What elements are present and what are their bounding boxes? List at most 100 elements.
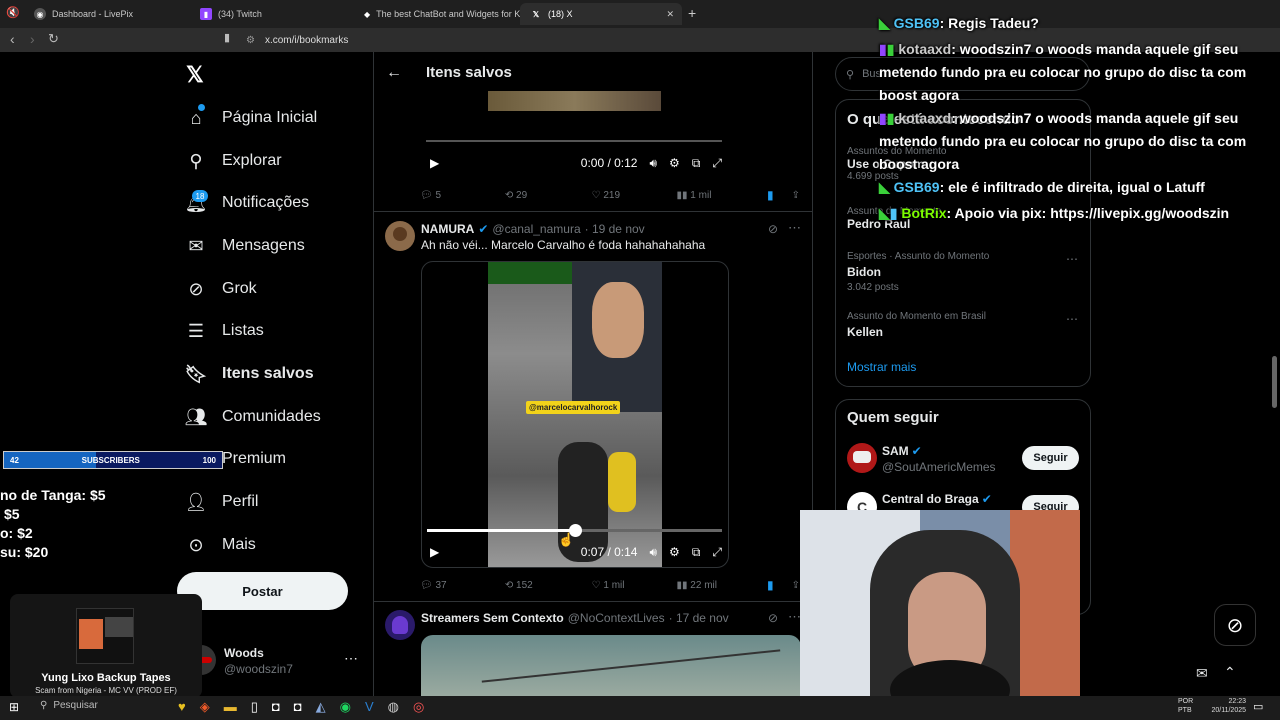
obs-icon[interactable]: ◎ xyxy=(413,699,424,715)
like-button[interactable]: ♡ 1 mil xyxy=(592,580,671,591)
bookmark-active-icon[interactable]: ▮ xyxy=(767,578,774,592)
play-icon[interactable]: ▶ xyxy=(430,545,439,559)
pip-icon[interactable]: ⧉ xyxy=(692,156,701,171)
bookmark-active-icon[interactable]: ▮ xyxy=(767,188,774,202)
trend-item[interactable]: Esportes · Assunto do Momento Bidon 3.04… xyxy=(847,251,989,293)
tweet2-video[interactable]: @marcelocarvalhorock xyxy=(421,261,729,568)
notification-center-icon[interactable]: ▭ xyxy=(1253,700,1263,713)
post-button[interactable]: Postar xyxy=(177,572,348,610)
follow-button[interactable]: Seguir xyxy=(1022,446,1079,470)
reply-button[interactable]: 💬︎ 37 xyxy=(420,580,499,591)
like-button[interactable]: ♡ 219 xyxy=(592,190,671,201)
album-art xyxy=(76,608,134,664)
verified-icon: ✔ xyxy=(478,222,489,236)
tweet-more-icon[interactable]: ⋯ xyxy=(788,220,801,236)
windows-start-icon[interactable]: ⊞ xyxy=(9,700,19,714)
trend-item[interactable]: Assunto do Momento em Brasil Kellen xyxy=(847,311,986,339)
show-more-link[interactable]: Mostrar mais xyxy=(847,360,916,374)
share-icon[interactable]: ⇪ xyxy=(792,190,800,201)
volume-icon[interactable]: 🔊︎ xyxy=(649,156,657,171)
file-icon[interactable]: ▯ xyxy=(251,699,258,715)
taskbar-apps: ♥ ◈ ▬ ▯ ◘ ◘ ◭ ◉ V ◍ ◎ xyxy=(178,699,424,715)
v-app-icon[interactable]: V xyxy=(365,699,374,715)
app-icon[interactable]: ◭ xyxy=(316,699,326,715)
tab-livepix[interactable]: ◉ Dashboard - LivePix xyxy=(24,3,190,25)
chat-text: : Regis Tadeu? xyxy=(939,15,1039,31)
nav-communities[interactable]: 👥︎ Comunidades xyxy=(185,399,321,435)
language-indicator[interactable]: POR PTB xyxy=(1178,697,1193,715)
grok-explain-icon[interactable]: ⊘ xyxy=(768,222,778,236)
follow-suggestion[interactable]: SAM ✔ @SoutAmericMemes xyxy=(882,444,996,474)
grok-float-icon[interactable]: ⊘ xyxy=(1214,604,1256,646)
pip-icon[interactable]: ⧉ xyxy=(692,545,701,560)
views-stat[interactable]: ▮▮ 22 mil xyxy=(677,580,762,591)
forward-icon[interactable]: › xyxy=(30,31,35,47)
follow-avatar[interactable] xyxy=(847,443,877,473)
trend-more-icon[interactable]: ⋯ xyxy=(1066,252,1078,266)
divider xyxy=(374,601,812,602)
retweet-button[interactable]: ⟲ 29 xyxy=(505,190,586,201)
bookmark-page-icon[interactable]: ▮ xyxy=(224,31,230,44)
account-menu-icon[interactable]: ⋯ xyxy=(344,650,358,667)
play-icon[interactable]: ▶ xyxy=(430,156,439,170)
url-field[interactable]: ⚙ x.com/i/bookmarks xyxy=(246,31,846,49)
fullscreen-icon[interactable]: ⤢ xyxy=(712,156,722,171)
tab-x[interactable]: 𝕏 (18) X ✕ xyxy=(520,3,682,25)
follow-suggestion[interactable]: Central do Braga ✔ xyxy=(882,492,992,506)
tweet2-progress-track[interactable] xyxy=(427,524,722,537)
tweet2-avatar[interactable] xyxy=(385,221,415,251)
tweet2-name[interactable]: NAMURA xyxy=(421,222,474,236)
tweet3-name[interactable]: Streamers Sem Contexto xyxy=(421,611,564,625)
now-playing-widget: Yung Lixo Backup Tapes Scam from Nigeria… xyxy=(10,594,202,698)
back-arrow-icon[interactable]: ← xyxy=(386,64,402,82)
tweet2-header: NAMURA ✔ @canal_namura · 19 de nov xyxy=(421,222,645,236)
share-icon[interactable]: ⇪ xyxy=(792,580,800,591)
app-icon[interactable]: ◍ xyxy=(388,699,399,715)
tweet1-video-frame[interactable] xyxy=(488,91,661,111)
nav-messages[interactable]: ✉ Mensagens xyxy=(186,228,304,264)
nav-more[interactable]: ⊙ Mais xyxy=(186,527,255,563)
widget-icon[interactable]: ♥ xyxy=(178,699,186,715)
nav-grok[interactable]: ⊘ Grok xyxy=(186,271,256,307)
volume-icon[interactable]: 🔊︎ xyxy=(649,545,657,560)
tweet3-handle[interactable]: @NoContextLives xyxy=(568,611,665,625)
tweet3-avatar[interactable] xyxy=(385,610,415,640)
retweet-button[interactable]: ⟲ 152 xyxy=(505,580,586,591)
expand-messages-icon[interactable]: ⌃ xyxy=(1224,664,1236,681)
tweet3-media[interactable] xyxy=(421,635,801,696)
app-icon[interactable]: ◘ xyxy=(294,699,302,715)
x-logo-icon[interactable]: 𝕏 xyxy=(186,62,204,88)
grok-explain-icon[interactable]: ⊘ xyxy=(768,611,778,625)
trend-more-icon[interactable]: ⋯ xyxy=(1066,312,1078,326)
nav-home[interactable]: ⌂ Página Inicial xyxy=(186,100,318,136)
clock[interactable]: 22:23 20/11/2025 xyxy=(1204,697,1246,715)
fullscreen-icon[interactable]: ⤢ xyxy=(712,545,722,560)
views-stat[interactable]: ▮▮ 1 mil xyxy=(677,190,762,201)
settings-icon[interactable]: ⚙ xyxy=(669,545,680,559)
nav-bookmarks[interactable]: 🔖︎ Itens salvos xyxy=(185,356,314,392)
brave-icon[interactable]: ◈ xyxy=(200,699,210,715)
settings-icon[interactable]: ⚙ xyxy=(669,156,680,170)
nav-explore[interactable]: ⚲ Explorar xyxy=(186,143,281,179)
chat-text: : ele é infiltrado de direita, igual o L… xyxy=(939,179,1205,195)
tweet2-handle[interactable]: @canal_namura xyxy=(492,222,580,236)
reload-icon[interactable]: ↻ xyxy=(48,31,59,47)
mute-icon[interactable]: 🔇 xyxy=(6,6,20,19)
app-icon[interactable]: ◘ xyxy=(272,699,280,715)
back-icon[interactable]: ‹ xyxy=(10,31,15,47)
nav-profile[interactable]: 👤︎ Perfil xyxy=(185,484,259,520)
close-tab-icon[interactable]: ✕ xyxy=(666,9,674,20)
scrollbar-thumb[interactable] xyxy=(1272,356,1277,408)
new-tab-icon[interactable]: + xyxy=(688,5,696,21)
reply-button[interactable]: 💬︎ 5 xyxy=(420,190,499,201)
tab-botrix[interactable]: ◆ The best ChatBot and Widgets for Ki xyxy=(354,3,520,25)
folder-icon[interactable]: ▬ xyxy=(224,699,237,715)
nav-lists[interactable]: ☰ Listas xyxy=(186,313,264,349)
new-message-icon[interactable]: ✉ xyxy=(1196,665,1208,682)
search-icon: ⚲ xyxy=(40,700,48,711)
tweet1-progress-bar[interactable] xyxy=(426,140,722,142)
tab-twitch[interactable]: ▮ (34) Twitch xyxy=(190,3,354,25)
video-frame xyxy=(488,262,662,567)
taskbar-search[interactable]: ⚲ Pesquisar xyxy=(40,700,98,711)
spotify-icon[interactable]: ◉ xyxy=(340,699,351,715)
